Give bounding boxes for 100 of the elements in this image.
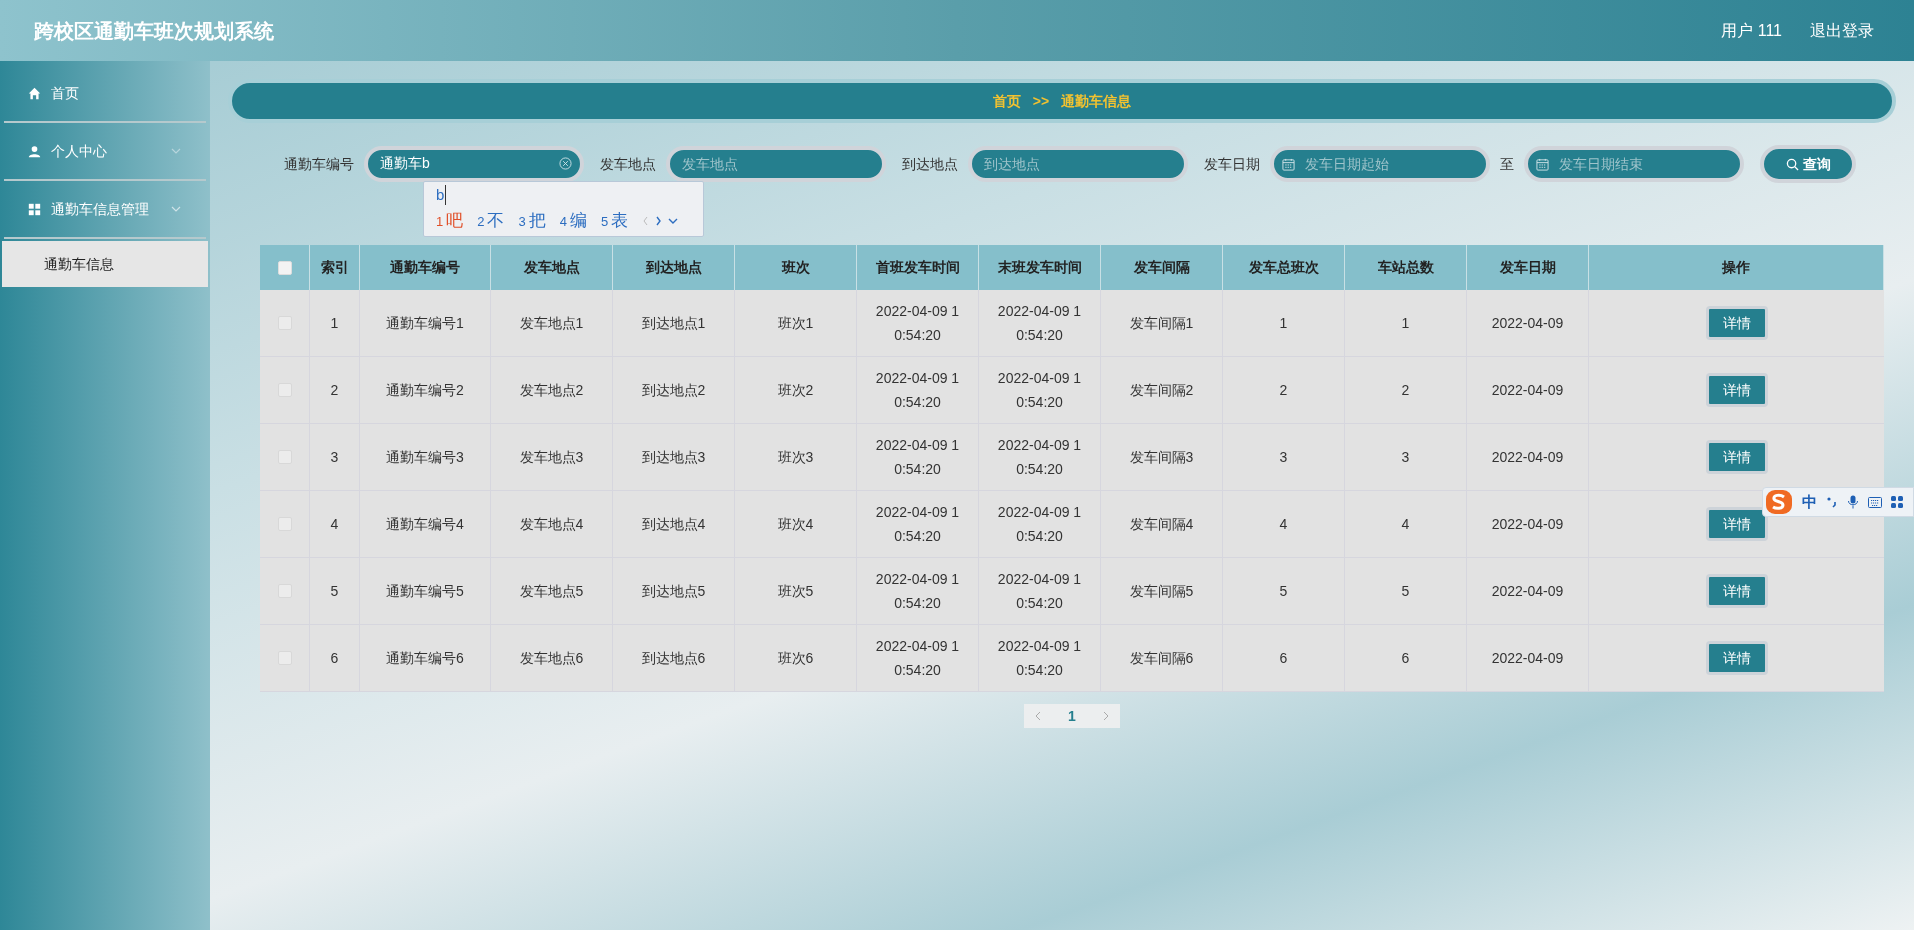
column-header: 发车总班次	[1223, 245, 1345, 290]
column-header: 发车地点	[491, 245, 613, 290]
previous-page-icon[interactable]	[1034, 711, 1043, 721]
table-cell-text: 2022-04-09 10:54:20	[996, 302, 1083, 345]
table-cell-text: 2022-04-09	[1491, 649, 1564, 668]
table-cell-text: 3	[1279, 448, 1288, 467]
table-cell-text: 3	[1401, 448, 1410, 467]
table-cell-text: 到达地点4	[641, 515, 706, 534]
ime-logo-icon[interactable]	[1765, 489, 1793, 515]
punctuation-icon[interactable]	[1826, 496, 1838, 508]
apps-icon[interactable]	[1891, 496, 1903, 508]
column-header: 首班发车时间	[857, 245, 979, 290]
field-label: 到达地点	[902, 154, 958, 174]
table-cell-text: 2	[330, 381, 339, 400]
table-cell-text: 2022-04-09 10:54:20	[996, 369, 1083, 412]
breadcrumb-current: 通勤车信息	[1061, 91, 1132, 111]
table-cell-text: 通勤车编号2	[386, 381, 464, 400]
table-cell-text: 2	[1279, 381, 1288, 400]
table-cell-text: 2022-04-09 10:54:20	[874, 637, 961, 680]
details-button[interactable]: 详情	[1705, 440, 1768, 474]
table-cell-text: 2022-04-09 10:54:20	[874, 369, 961, 412]
ime-candidate[interactable]: 4 编	[559, 208, 587, 234]
details-button[interactable]: 详情	[1705, 507, 1768, 541]
table-cell-text: 发车间隔2	[1129, 381, 1194, 400]
column-header: 班次	[735, 245, 857, 290]
table-cell-text: 班次6	[777, 649, 814, 668]
column-header: 操作	[1589, 245, 1884, 290]
calendar-icon	[1282, 157, 1295, 171]
details-button[interactable]: 详情	[1705, 641, 1768, 675]
table-cell-text: 班次5	[777, 582, 814, 601]
next-page-icon[interactable]	[1101, 711, 1110, 721]
details-button[interactable]: 详情	[1705, 574, 1768, 608]
username: 用户 111	[1721, 20, 1782, 41]
table-cell-text: 1	[1401, 314, 1410, 333]
table-cell-text: 3	[330, 448, 339, 467]
table-cell-text: 5	[1401, 582, 1410, 601]
column-header: 到达地点	[613, 245, 735, 290]
ime-candidate[interactable]: 2 不	[477, 208, 505, 234]
sidebar-item[interactable]: 首页	[4, 65, 206, 123]
table-cell-text: 班次1	[777, 314, 814, 333]
breadcrumb-link[interactable]: 首页	[992, 90, 1021, 112]
sidebar-item[interactable]: 个人中心	[4, 123, 206, 181]
column-header: 车站总数	[1345, 245, 1467, 290]
ime-mode[interactable]: 中	[1802, 490, 1817, 514]
microphone-icon[interactable]	[1847, 495, 1859, 509]
column-header: 索引	[310, 245, 360, 290]
table-cell-text: 2022-04-09 10:54:20	[874, 302, 961, 345]
date-field[interactable]: 发车日期结束	[1524, 146, 1744, 182]
search-button[interactable]: 查询	[1760, 145, 1856, 183]
input-field[interactable]: 通勤车b	[364, 146, 584, 182]
table-cell-text: 4	[330, 515, 339, 534]
ime-candidate[interactable]: 3 把	[518, 208, 546, 234]
table-cell-text: 4	[1279, 515, 1288, 534]
table-cell-text: 到达地点6	[641, 649, 706, 668]
table-cell-text: 通勤车编号4	[386, 515, 464, 534]
input-field[interactable]: 到达地点	[968, 146, 1188, 182]
column-header: 发车间隔	[1101, 245, 1223, 290]
column-header: 发车日期	[1467, 245, 1589, 290]
table-cell-text: 发车地点5	[519, 582, 584, 601]
field-label: 发车日期	[1204, 154, 1260, 174]
clear-icon[interactable]	[559, 157, 572, 170]
table-cell-text: 班次3	[777, 448, 814, 467]
table-cell-text: 2022-04-09 10:54:20	[996, 570, 1083, 613]
ime-candidate[interactable]: 1 吧	[436, 208, 464, 234]
ime-candidate[interactable]: 5 表	[600, 208, 629, 234]
table-cell-text: 2022-04-09	[1491, 515, 1564, 534]
details-button[interactable]: 详情	[1705, 306, 1768, 340]
table-cell-text: 6	[330, 649, 339, 668]
keyboard-icon[interactable]	[1868, 496, 1882, 508]
sidebar-subitem[interactable]: 通勤车信息	[2, 241, 208, 287]
page-number[interactable]: 1	[1068, 705, 1076, 727]
table-cell-text: 发车间隔6	[1129, 649, 1194, 668]
table-cell-text: 发车地点6	[519, 649, 584, 668]
table-cell-text: 2022-04-09	[1491, 582, 1564, 601]
column-header: 末班发车时间	[979, 245, 1101, 290]
table-cell-text: 6	[1279, 649, 1288, 668]
table-cell-text: 到达地点3	[641, 448, 706, 467]
home-icon	[28, 86, 41, 100]
table-cell-text: 到达地点2	[641, 381, 706, 400]
table-cell-text: 班次2	[777, 381, 814, 400]
date-field[interactable]: 发车日期起始	[1270, 146, 1490, 182]
details-button[interactable]: 详情	[1705, 373, 1768, 407]
field-label: 发车地点	[600, 154, 656, 174]
table-cell-text: 5	[330, 582, 339, 601]
select-all-checkbox[interactable]	[277, 260, 292, 275]
field-label: 通勤车编号	[284, 154, 354, 174]
table-cell-text: 发车地点1	[519, 314, 584, 333]
grid-icon	[28, 202, 41, 216]
table-cell-text: 1	[330, 314, 339, 333]
sidebar-item[interactable]: 通勤车信息管理	[4, 181, 206, 239]
table-cell-text: 2022-04-09 10:54:20	[874, 503, 961, 546]
table-cell-text: 班次4	[777, 515, 814, 534]
table-cell-text: 2022-04-09	[1491, 314, 1564, 333]
table-cell-text: 6	[1401, 649, 1410, 668]
logout-link[interactable]: 退出登录	[1810, 18, 1874, 43]
table-cell-text: 发车间隔1	[1129, 314, 1194, 333]
table-cell-text: 通勤车编号6	[386, 649, 464, 668]
table-cell-text: 5	[1279, 582, 1288, 601]
input-field[interactable]: 发车地点	[666, 146, 886, 182]
table-cell-text: 通勤车编号1	[386, 314, 464, 333]
